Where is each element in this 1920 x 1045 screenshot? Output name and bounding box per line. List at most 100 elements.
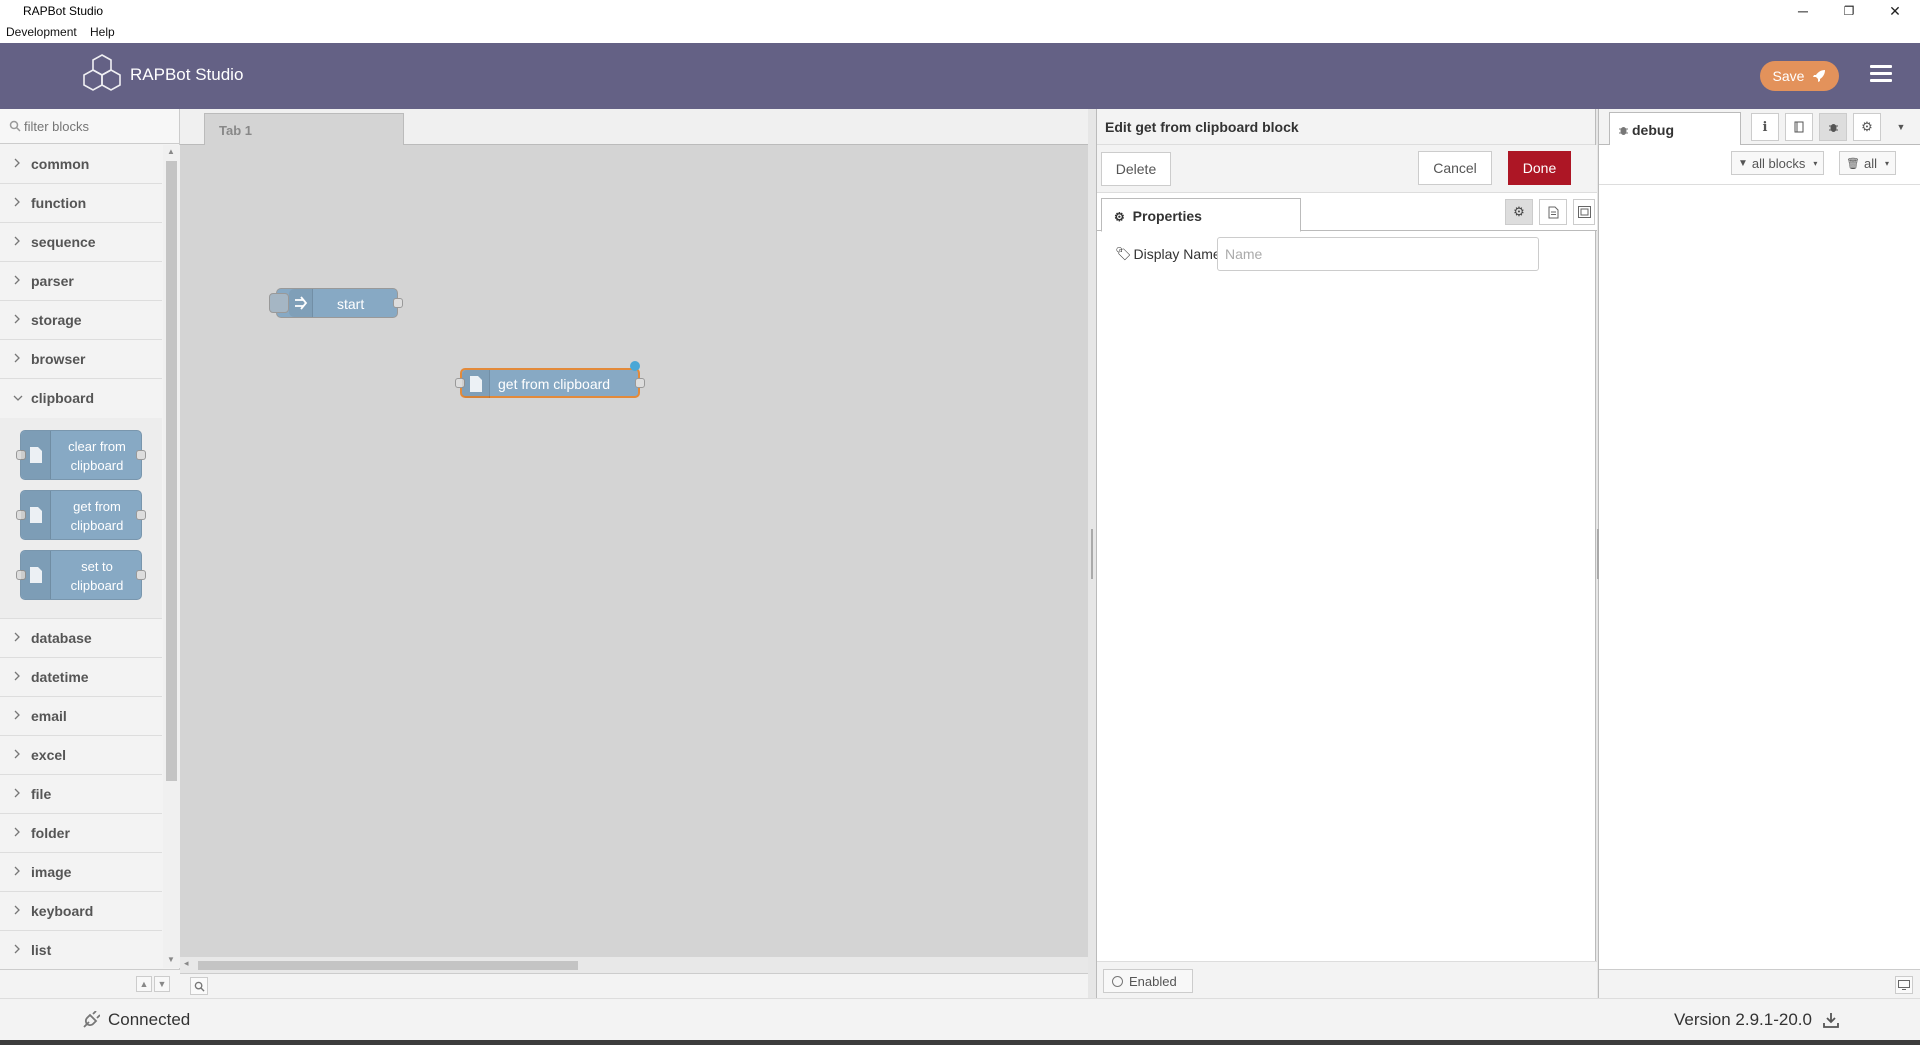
palette-category-function[interactable]: function [0, 184, 162, 223]
done-button[interactable]: Done [1508, 151, 1571, 185]
restore-button[interactable]: ❐ [1826, 0, 1872, 22]
category-label: folder [31, 825, 70, 841]
palette-category-parser[interactable]: parser [0, 262, 162, 301]
document-icon [1548, 206, 1558, 218]
scrollbar-thumb[interactable] [166, 161, 177, 781]
chevron-right-icon [14, 632, 20, 642]
category-label: keyboard [31, 903, 94, 919]
output-port[interactable] [393, 298, 403, 308]
category-label: parser [31, 273, 74, 289]
block-icon-area [21, 551, 51, 599]
help-tab-button[interactable] [1785, 113, 1813, 141]
main-menu-button[interactable] [1870, 65, 1892, 85]
info-tab-button[interactable]: i [1751, 113, 1779, 141]
appearance-tab-button[interactable] [1573, 199, 1595, 225]
palette-category-browser[interactable]: browser [0, 340, 162, 379]
scroll-up-arrow-icon[interactable]: ▲ [167, 147, 175, 156]
palette-category-clipboard[interactable]: clipboard [0, 379, 162, 418]
palette-scrollbar[interactable]: ▲ ▼ [163, 145, 180, 968]
palette-category-keyboard[interactable]: keyboard [0, 892, 162, 931]
scroll-down-arrow-icon[interactable]: ▼ [167, 955, 175, 964]
scroll-left-arrow-icon[interactable]: ◂ [184, 958, 189, 969]
cancel-button[interactable]: Cancel [1418, 151, 1492, 185]
start-trigger-button[interactable] [269, 293, 289, 313]
palette-block-get-from-clipboard[interactable]: get from clipboard [16, 490, 146, 540]
search-button[interactable] [190, 977, 208, 995]
output-port[interactable] [635, 378, 645, 388]
enabled-toggle[interactable]: Enabled [1103, 969, 1193, 993]
palette-category-image[interactable]: image [0, 853, 162, 892]
palette-category-email[interactable]: email [0, 697, 162, 736]
flow-canvas[interactable]: start get from clipboard [180, 145, 1088, 957]
monitor-icon [1898, 980, 1910, 990]
resize-handle[interactable] [1597, 529, 1599, 579]
display-name-label: 🏷 Display Name [1115, 246, 1221, 262]
category-label: database [31, 630, 92, 646]
tray-toolbar: Delete Cancel Done [1097, 145, 1597, 193]
gear-icon: ⚙ [1114, 210, 1125, 224]
palette-category-list[interactable]: list [0, 931, 162, 968]
tab-1[interactable]: Tab 1 [204, 113, 404, 146]
category-label: storage [31, 312, 82, 328]
get-from-clipboard-node[interactable]: get from clipboard [455, 361, 645, 398]
bug-icon [1828, 124, 1838, 132]
palette-category-database[interactable]: database [0, 619, 162, 658]
trash-icon: 🗑 [1846, 157, 1860, 170]
block-icon-area [21, 491, 51, 539]
palette-category-folder[interactable]: folder [0, 814, 162, 853]
sidebar-menu-button[interactable]: ▼ [1887, 113, 1915, 141]
chevron-right-icon [14, 353, 20, 363]
minimize-button[interactable]: ─ [1780, 0, 1826, 22]
start-node[interactable]: start [269, 288, 403, 318]
chevron-right-icon [14, 749, 20, 759]
palette-category-datetime[interactable]: datetime [0, 658, 162, 697]
debug-tab-label: debug [1632, 122, 1674, 138]
connection-label: Connected [108, 1010, 191, 1029]
block-label-line: set to [81, 559, 113, 574]
scrollbar-thumb[interactable] [198, 961, 578, 970]
category-label: clipboard [31, 390, 95, 406]
category-label: email [31, 708, 67, 724]
save-button[interactable]: Save [1760, 61, 1839, 91]
menu-help[interactable]: Help [90, 25, 115, 39]
config-tab-button[interactable]: ⚙ [1853, 113, 1881, 141]
clear-messages-dropdown[interactable]: 🗑 all ▾ [1839, 151, 1896, 175]
window-title: RAPBot Studio [23, 4, 104, 18]
chevron-right-icon [14, 866, 20, 876]
palette-category-file[interactable]: file [0, 775, 162, 814]
expand-all-icon[interactable]: ▼ [154, 976, 170, 992]
node-icon-area [289, 289, 313, 317]
tab-properties[interactable]: ⚙ Properties [1101, 198, 1301, 232]
palette-category-sequence[interactable]: sequence [0, 223, 162, 262]
tray-footer: Enabled [1097, 961, 1597, 998]
delete-button[interactable]: Delete [1101, 152, 1171, 186]
palette-category-storage[interactable]: storage [0, 301, 162, 340]
open-window-button[interactable] [1895, 976, 1913, 994]
hamburger-line [1870, 79, 1892, 82]
debug-tab-button[interactable] [1819, 113, 1847, 141]
palette-footer: ▲ ▼ [0, 969, 180, 998]
palette-category-common[interactable]: common [0, 145, 162, 184]
filter-dropdown-label: all blocks [1751, 155, 1806, 171]
filter-blocks-dropdown[interactable]: ▼ all blocks ▾ [1731, 151, 1825, 175]
display-name-row: 🏷 Display Name [1115, 237, 1585, 273]
close-button[interactable]: ✕ [1872, 0, 1918, 22]
palette-block-set-to-clipboard[interactable]: set to clipboard [16, 550, 146, 600]
resize-handle[interactable] [1091, 529, 1093, 579]
description-tab-button[interactable] [1539, 199, 1567, 225]
workspace-horizontal-scrollbar[interactable]: ◂ [180, 957, 1088, 973]
rocket-icon [1813, 70, 1826, 82]
chevron-right-icon [14, 944, 20, 954]
properties-tab-label: Properties [1132, 208, 1202, 224]
filter-blocks-input[interactable] [24, 116, 174, 136]
display-name-input[interactable] [1217, 237, 1539, 271]
hexagon-logo-icon [83, 54, 121, 91]
tab-debug[interactable]: debug [1609, 112, 1741, 146]
palette-category-excel[interactable]: excel [0, 736, 162, 775]
menu-development[interactable]: Development [6, 25, 77, 39]
download-icon[interactable] [1822, 1011, 1840, 1029]
collapse-all-icon[interactable]: ▲ [136, 976, 152, 992]
document-icon [30, 507, 42, 523]
settings-tab-button[interactable]: ⚙ [1505, 199, 1533, 225]
palette-block-clear-from-clipboard[interactable]: clear from clipboard [16, 430, 146, 480]
